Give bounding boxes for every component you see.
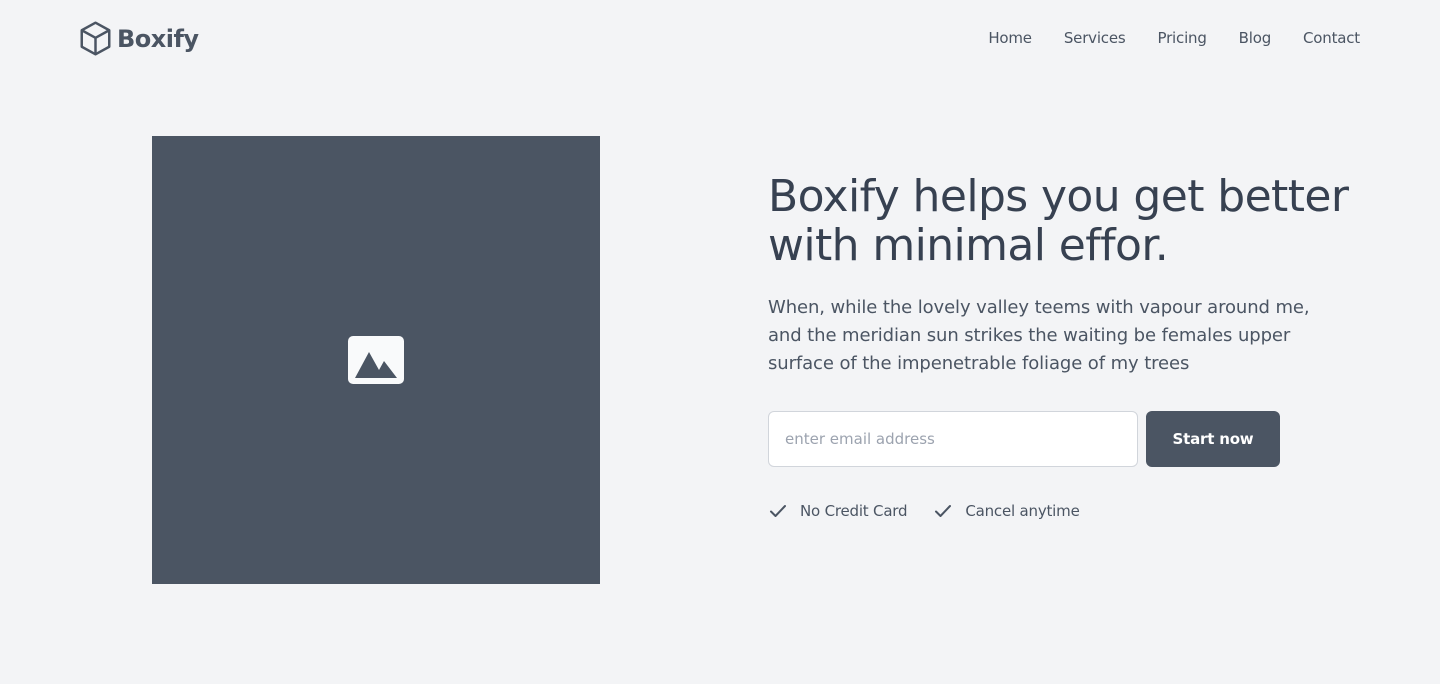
hero-content: Boxify helps you get better with minimal… [768, 172, 1368, 521]
hero-headline: Boxify helps you get better with minimal… [768, 171, 1349, 271]
start-now-button[interactable]: Start now [1146, 411, 1280, 467]
nav-contact[interactable]: Contact [1303, 28, 1360, 48]
perk-no-credit-card: No Credit Card [768, 501, 908, 521]
mountain-icon [355, 352, 397, 378]
hero-subtext: When, while the lovely valley teems with… [768, 297, 1310, 374]
perk-label: No Credit Card [800, 502, 908, 520]
main-nav: Home Services Pricing Blog Contact [956, 28, 1360, 48]
signup-form: Start now [768, 411, 1368, 467]
nav-pricing[interactable]: Pricing [1158, 28, 1207, 48]
brand-logo[interactable]: Boxify [79, 20, 199, 57]
cube-icon [80, 21, 111, 56]
perk-label: Cancel anytime [965, 502, 1080, 520]
perks-list: No Credit Card Cancel anytime [768, 501, 1368, 521]
perk-cancel-anytime: Cancel anytime [933, 501, 1080, 521]
brand-name: Boxify [117, 24, 199, 53]
email-input[interactable] [768, 411, 1138, 467]
nav-home[interactable]: Home [988, 28, 1032, 48]
image-placeholder-icon [348, 336, 404, 384]
check-icon [935, 505, 952, 517]
nav-services[interactable]: Services [1064, 28, 1126, 48]
site-header: Boxify Home Services Pricing Blog Contac… [0, 0, 1440, 78]
check-icon [770, 505, 786, 517]
nav-blog[interactable]: Blog [1239, 28, 1272, 48]
hero-image-placeholder [152, 136, 600, 584]
